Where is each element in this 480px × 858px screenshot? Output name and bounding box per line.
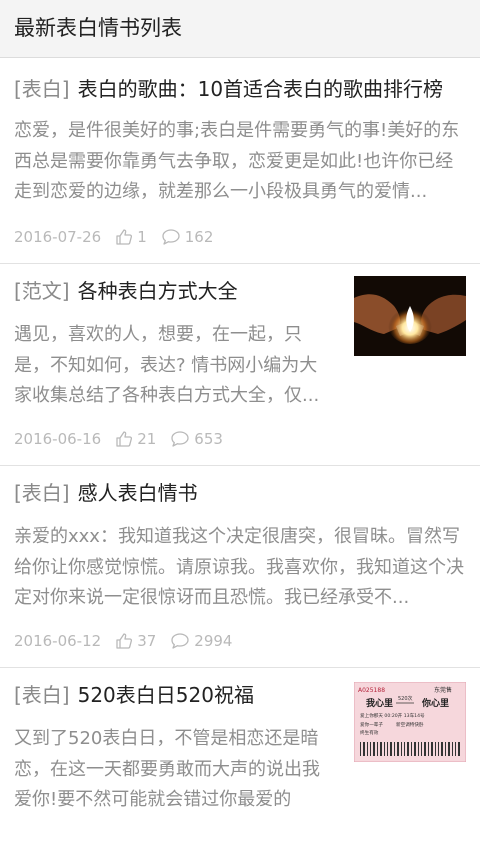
train-ticket-image: A025188 东莞售 我心里 520次 你心里 爱上你那天 00:20开 13… xyxy=(354,682,466,762)
article-meta: 2016-07-26 1 162 xyxy=(14,226,227,248)
article-tag: [范文] xyxy=(14,279,70,303)
comment-count[interactable]: 2994 xyxy=(170,632,232,650)
article-title-row[interactable]: [范文] 各种表白方式大全 xyxy=(14,276,238,306)
ticket-serial: A025188 xyxy=(358,687,385,694)
article-item[interactable]: [表白] 520表白日520祝福 A025188 东莞售 我心里 520次 你心里… xyxy=(0,668,480,810)
article-title[interactable]: 感人表白情书 xyxy=(78,481,198,505)
like-count[interactable]: 37 xyxy=(115,632,156,650)
like-count[interactable]: 21 xyxy=(115,430,156,448)
article-title-row[interactable]: [表白] 表白的歌曲：10首适合表白的歌曲排行榜 xyxy=(14,74,443,104)
comment-icon xyxy=(171,633,189,649)
comment-count[interactable]: 653 xyxy=(170,430,223,448)
article-title-row[interactable]: [表白] 感人表白情书 xyxy=(14,478,198,508)
comment-icon xyxy=(171,431,189,447)
like-count-value: 37 xyxy=(137,632,157,650)
page-title: 最新表白情书列表 xyxy=(14,16,182,40)
article-thumbnail[interactable] xyxy=(354,276,466,356)
ticket-date-line: 爱上你那天 00:20开 13车14号 xyxy=(360,712,425,719)
article-thumbnail[interactable]: A025188 东莞售 我心里 520次 你心里 爱上你那天 00:20开 13… xyxy=(354,682,466,762)
app-header: 最新表白情书列表 xyxy=(0,0,480,58)
ticket-from: 我心里 xyxy=(366,697,393,709)
article-title[interactable]: 各种表白方式大全 xyxy=(78,279,238,303)
like-count-value: 21 xyxy=(137,430,157,448)
article-date: 2016-06-16 xyxy=(14,430,102,448)
article-summary: 又到了520表白日，不管是相恋还是暗恋，在这一天都要勇敢而大声的说出我爱你!要不… xyxy=(14,728,320,810)
ticket-station-office: 东莞售 xyxy=(434,686,452,694)
comment-count[interactable]: 162 xyxy=(161,228,214,246)
thumbs-up-icon xyxy=(116,431,133,447)
article-title-row[interactable]: [表白] 520表白日520祝福 xyxy=(14,680,254,710)
article-meta: 2016-06-16 21 653 xyxy=(14,428,237,450)
comment-icon xyxy=(162,229,180,245)
article-item[interactable]: [表白] 感人表白情书 亲爱的xxx：我知道我这个决定很唐突，很冒昧。冒然写给你让… xyxy=(0,466,480,668)
article-tag: [表白] xyxy=(14,481,70,505)
article-date: 2016-06-12 xyxy=(14,632,102,650)
ticket-train: 520次 xyxy=(398,695,413,702)
like-count[interactable]: 1 xyxy=(115,228,147,246)
article-summary: 恋爱，是件很美好的事;表白是件需要勇气的事!美好的东西总是需要你靠勇气去争取，恋… xyxy=(14,120,460,202)
article-summary: 亲爱的xxx：我知道我这个决定很唐突，很冒昧。冒然写给你让你感觉惊慌。请原谅我。… xyxy=(14,526,464,608)
article-item[interactable]: [表白] 表白的歌曲：10首适合表白的歌曲排行榜 恋爱，是件很美好的事;表白是件需… xyxy=(0,58,480,264)
article-date: 2016-07-26 xyxy=(14,228,102,246)
ticket-to: 你心里 xyxy=(421,697,449,709)
comment-count-value: 162 xyxy=(184,228,214,246)
ticket-seat-class: 爱你一辈子 xyxy=(360,721,383,728)
article-item[interactable]: [范文] 各种表白方式大全 遇见，喜欢的人，想要，在一起，只是，不知如何，表达?… xyxy=(0,264,480,466)
thumbs-up-icon xyxy=(116,633,133,649)
article-meta: 2016-06-12 37 2994 xyxy=(14,630,246,652)
article-title[interactable]: 520表白日520祝福 xyxy=(78,683,254,707)
comment-count-value: 2994 xyxy=(194,632,233,650)
comment-count-value: 653 xyxy=(194,430,223,448)
article-tag: [表白] xyxy=(14,77,70,101)
lighter-flame-image xyxy=(354,276,466,356)
like-count-value: 1 xyxy=(137,228,147,246)
article-title[interactable]: 表白的歌曲：10首适合表白的歌曲排行榜 xyxy=(78,77,443,101)
ticket-note: 新空调特快卧 xyxy=(396,721,424,728)
article-summary: 遇见，喜欢的人，想要，在一起，只是，不知如何，表达? 情书网小编为大家收集总结了… xyxy=(14,324,320,406)
ticket-price: 终生有效 xyxy=(360,729,379,736)
article-tag: [表白] xyxy=(14,683,70,707)
thumbs-up-icon xyxy=(116,229,133,245)
